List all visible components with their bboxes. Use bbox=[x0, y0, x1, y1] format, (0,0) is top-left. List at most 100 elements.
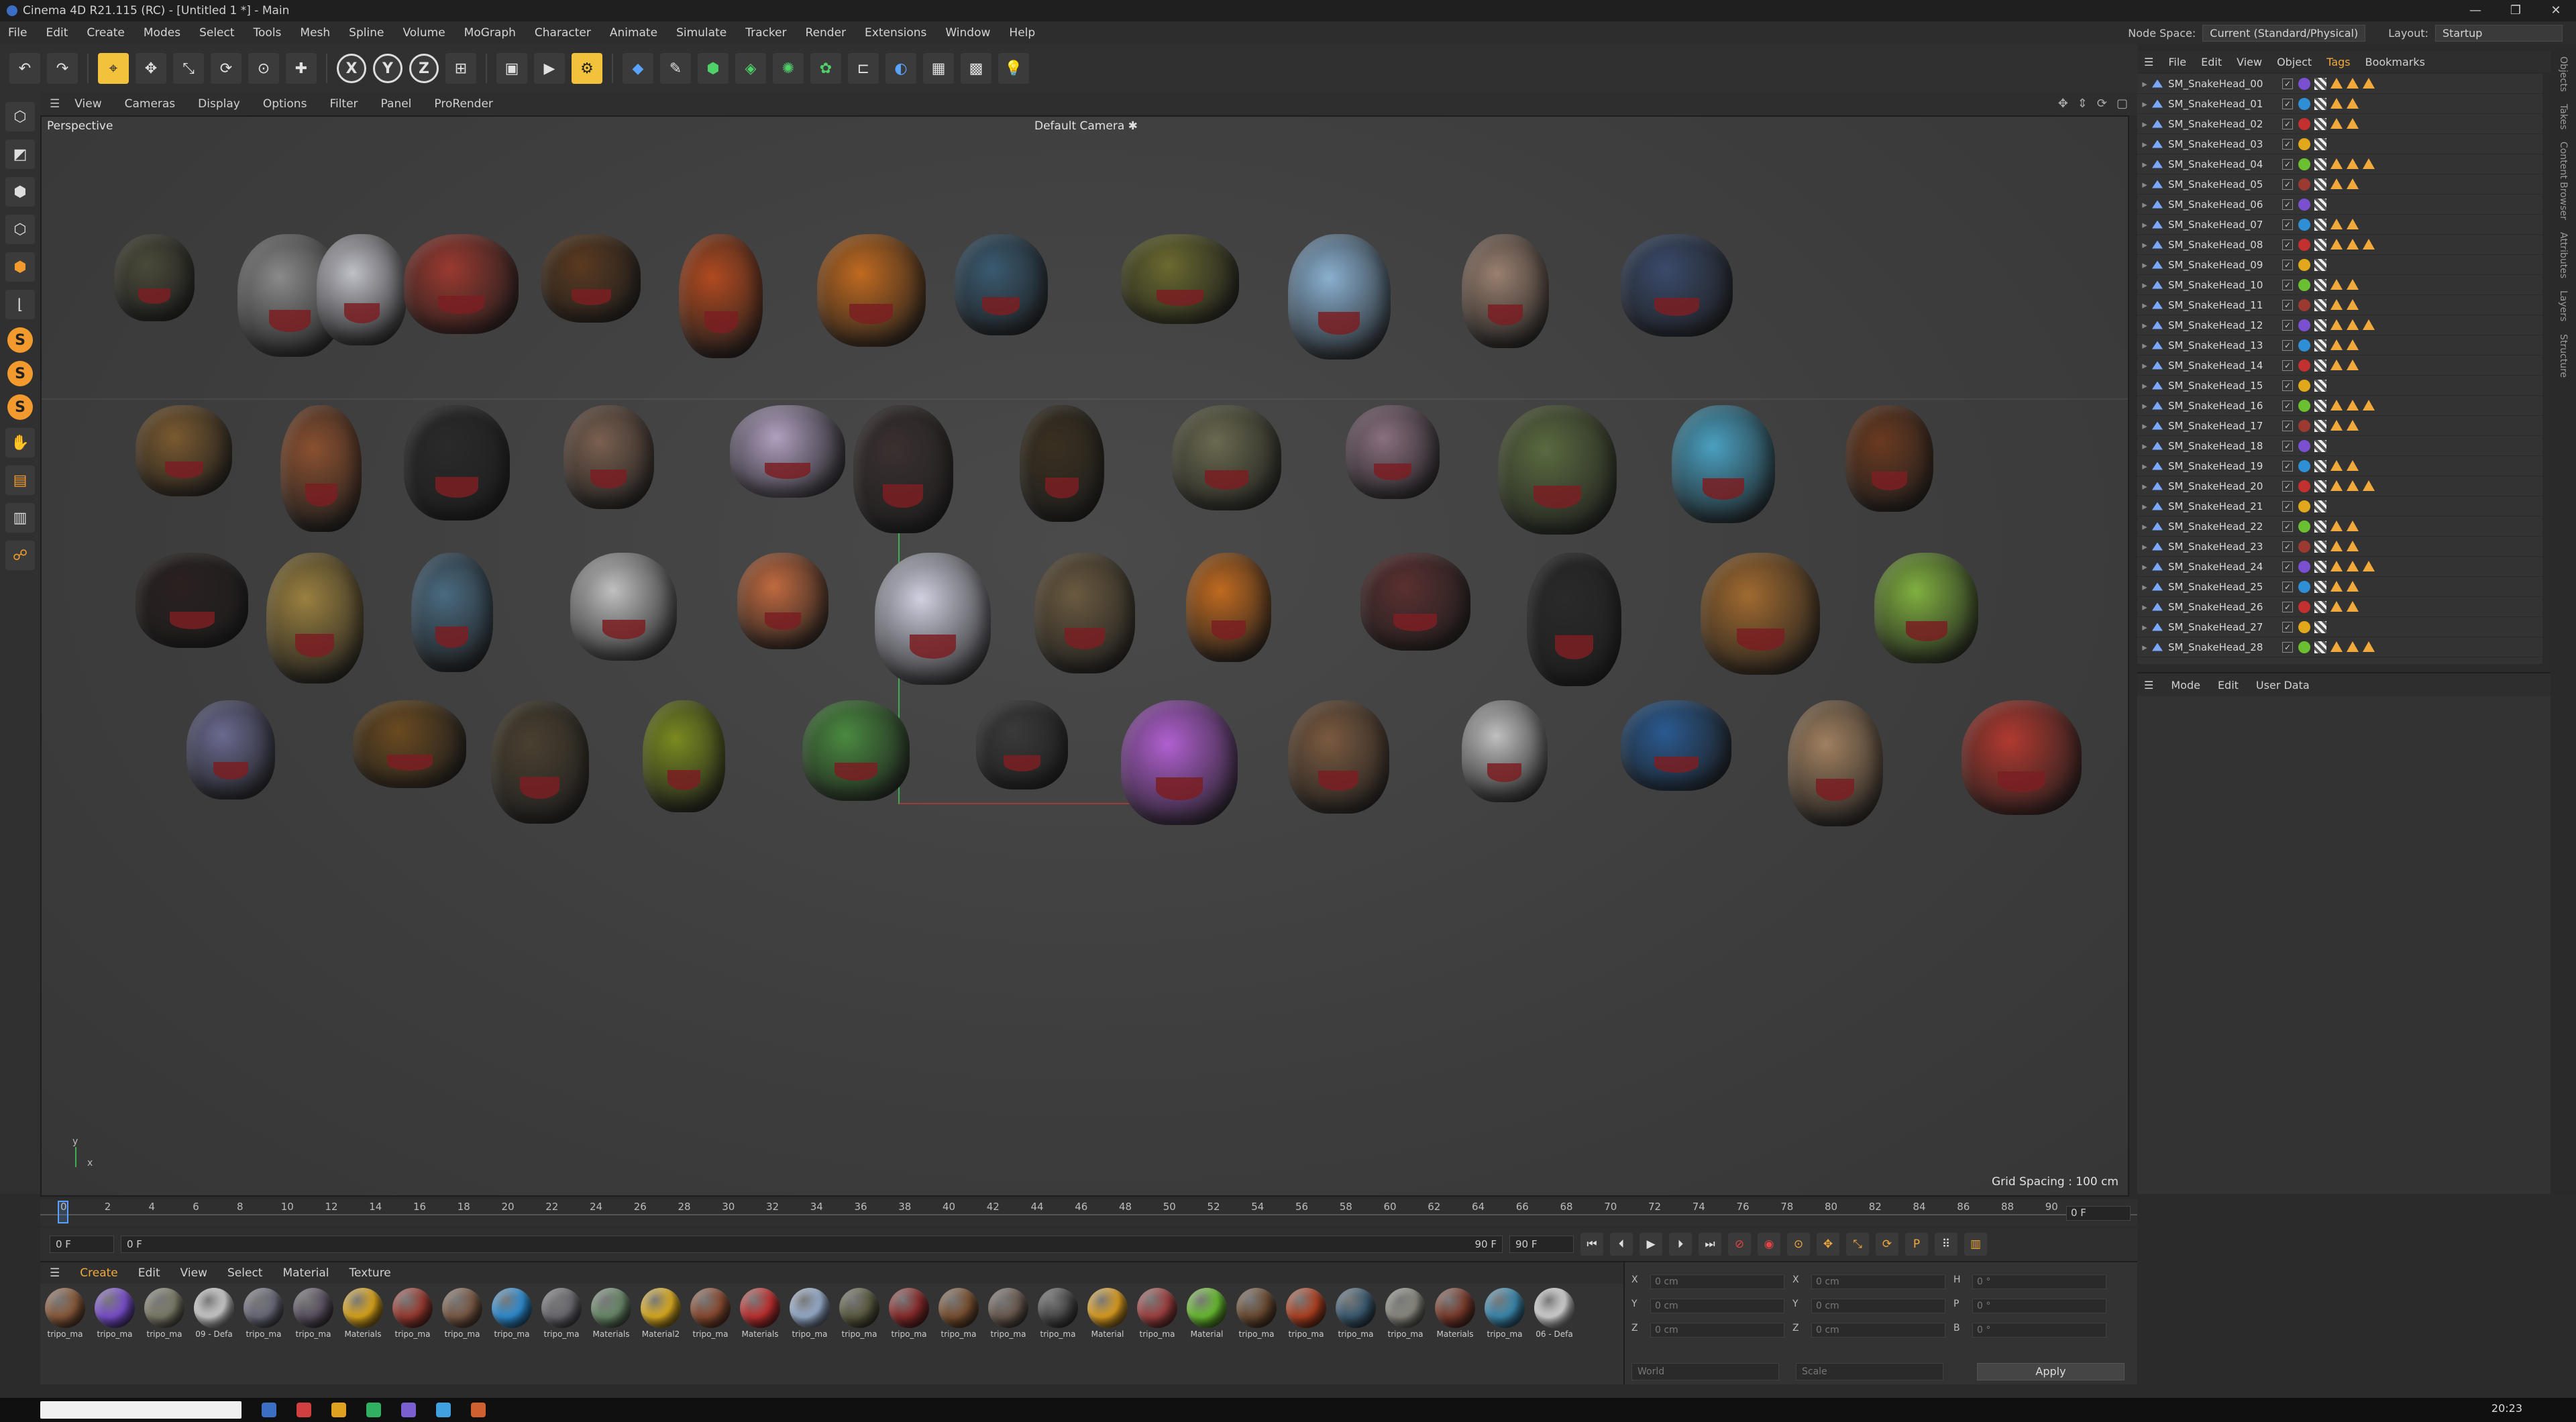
texture-tag-icon[interactable] bbox=[2314, 218, 2326, 231]
paint-icon[interactable]: ▤ bbox=[5, 466, 35, 495]
rotation-field[interactable]: 0 ° bbox=[1972, 1274, 2106, 1289]
texture-tag-icon[interactable] bbox=[2314, 158, 2326, 170]
magnet-icon[interactable]: ✋ bbox=[5, 428, 35, 457]
material-swatch[interactable]: tripo_ma bbox=[936, 1288, 981, 1346]
material-swatch[interactable]: tripo_ma bbox=[142, 1288, 186, 1346]
texture-tag-icon[interactable] bbox=[2314, 580, 2326, 593]
phong-tag-icon[interactable] bbox=[2347, 359, 2359, 370]
expand-toggle-icon[interactable]: ▸ bbox=[2137, 78, 2152, 90]
object-row[interactable]: ▸ SM_SnakeHead_25 ✓ bbox=[2137, 577, 2542, 597]
side-tab-attributes[interactable]: Attributes bbox=[2558, 232, 2569, 278]
menu-mesh[interactable]: Mesh bbox=[300, 26, 330, 40]
end-frame-field[interactable]: 90 F bbox=[1509, 1236, 1574, 1253]
snake-head-model[interactable] bbox=[1621, 234, 1733, 337]
material-tag-icon[interactable] bbox=[2298, 580, 2310, 593]
rotation-field[interactable]: 0 ° bbox=[1972, 1323, 2106, 1337]
snake-head-model[interactable] bbox=[1621, 700, 1732, 791]
phong-tag-icon[interactable] bbox=[2347, 399, 2359, 411]
current-frame-field[interactable]: 0 F bbox=[2066, 1206, 2131, 1221]
keyframe-selection-icon[interactable]: ⊙ bbox=[1787, 1233, 1810, 1256]
menu-modes[interactable]: Modes bbox=[144, 26, 180, 40]
phong-tag-icon[interactable] bbox=[2330, 298, 2343, 310]
attributes-hamburger-icon[interactable]: ☰ bbox=[2144, 679, 2153, 692]
expand-toggle-icon[interactable]: ▸ bbox=[2137, 601, 2152, 613]
material-swatch[interactable]: tripo_ma bbox=[788, 1288, 832, 1346]
redo-icon[interactable]: ↷ bbox=[47, 53, 78, 84]
expand-toggle-icon[interactable]: ▸ bbox=[2137, 541, 2152, 553]
phong-tag-icon[interactable] bbox=[2347, 278, 2359, 290]
material-swatch[interactable]: tripo_ma bbox=[93, 1288, 137, 1346]
expand-toggle-icon[interactable]: ▸ bbox=[2137, 500, 2152, 512]
snake-head-model[interactable] bbox=[280, 405, 362, 532]
side-tab-takes[interactable]: Takes bbox=[2558, 104, 2569, 129]
pan-icon[interactable]: ✥ bbox=[2058, 97, 2068, 111]
go-to-start-icon[interactable]: ⏮ bbox=[1580, 1233, 1603, 1256]
object-row[interactable]: ▸ SM_SnakeHead_02 ✓ bbox=[2137, 114, 2542, 134]
phong-tag-icon[interactable] bbox=[2363, 158, 2375, 169]
size-field[interactable]: 0 cm bbox=[1811, 1299, 1945, 1313]
material-menu-view[interactable]: View bbox=[180, 1266, 207, 1280]
snake-head-model[interactable] bbox=[1787, 700, 1883, 826]
phong-tag-icon[interactable] bbox=[2330, 540, 2343, 551]
material-tag-icon[interactable] bbox=[2298, 379, 2310, 392]
expand-toggle-icon[interactable]: ▸ bbox=[2137, 299, 2152, 311]
texture-tag-icon[interactable] bbox=[2314, 278, 2326, 291]
object-row[interactable]: ▸ SM_SnakeHead_24 ✓ bbox=[2137, 557, 2542, 577]
snap-settings-icon[interactable]: S bbox=[7, 361, 33, 386]
expand-toggle-icon[interactable]: ▸ bbox=[2137, 178, 2152, 190]
material-swatch[interactable]: tripo_ma bbox=[1135, 1288, 1179, 1346]
snake-head-model[interactable] bbox=[1287, 700, 1389, 814]
expand-toggle-icon[interactable]: ▸ bbox=[2137, 279, 2152, 291]
recent-tools-icon[interactable]: ⊙ bbox=[248, 53, 279, 84]
side-tab-content-browser[interactable]: Content Browser bbox=[2558, 142, 2569, 220]
object-name[interactable]: SM_SnakeHead_15 bbox=[2168, 380, 2282, 392]
material-swatch[interactable]: tripo_ma bbox=[1234, 1288, 1279, 1346]
phong-tag-icon[interactable] bbox=[2347, 97, 2359, 109]
material-tag-icon[interactable] bbox=[2298, 560, 2310, 573]
phong-tag-icon[interactable] bbox=[2330, 459, 2343, 471]
move-icon[interactable]: ✥ bbox=[136, 53, 166, 84]
side-tab-layers[interactable]: Layers bbox=[2558, 290, 2569, 321]
object-name[interactable]: SM_SnakeHead_01 bbox=[2168, 98, 2282, 110]
taskbar-app-icon[interactable] bbox=[401, 1403, 416, 1417]
snake-head-model[interactable] bbox=[404, 405, 510, 521]
phong-tag-icon[interactable] bbox=[2363, 399, 2375, 411]
material-swatch[interactable]: 06 - Defa bbox=[1532, 1288, 1576, 1346]
visibility-checkbox[interactable]: ✓ bbox=[2282, 199, 2293, 210]
material-swatch[interactable]: tripo_ma bbox=[1036, 1288, 1080, 1346]
snake-head-model[interactable] bbox=[679, 234, 763, 358]
effector-icon[interactable]: ✿ bbox=[810, 53, 841, 84]
material-tag-icon[interactable] bbox=[2298, 439, 2310, 452]
material-tag-icon[interactable] bbox=[2298, 641, 2310, 653]
visibility-checkbox[interactable]: ✓ bbox=[2282, 319, 2293, 331]
cube-icon[interactable]: ◆ bbox=[623, 53, 653, 84]
viewport-menu-filter[interactable]: Filter bbox=[329, 97, 358, 111]
snake-head-model[interactable] bbox=[1034, 553, 1135, 673]
expand-toggle-icon[interactable]: ▸ bbox=[2137, 339, 2152, 351]
snake-head-model[interactable] bbox=[411, 553, 493, 672]
viewport[interactable]: Perspective Default Camera ✱ y x Grid Sp… bbox=[40, 115, 2129, 1197]
phong-tag-icon[interactable] bbox=[2347, 178, 2359, 189]
rotate-icon[interactable]: ⟳ bbox=[211, 53, 241, 84]
snake-head-model[interactable] bbox=[404, 234, 519, 334]
object-name[interactable]: SM_SnakeHead_24 bbox=[2168, 561, 2282, 573]
previous-key-icon[interactable]: ⏴ bbox=[1610, 1233, 1633, 1256]
material-tag-icon[interactable] bbox=[2298, 600, 2310, 613]
object-row[interactable]: ▸ SM_SnakeHead_15 ✓ bbox=[2137, 376, 2542, 396]
expand-toggle-icon[interactable]: ▸ bbox=[2137, 480, 2152, 492]
object-row[interactable]: ▸ SM_SnakeHead_13 ✓ bbox=[2137, 335, 2542, 356]
menu-file[interactable]: File bbox=[8, 26, 27, 40]
field-icon[interactable]: ⊏ bbox=[848, 53, 879, 84]
texture-tag-icon[interactable] bbox=[2314, 298, 2326, 311]
phong-tag-icon[interactable] bbox=[2363, 238, 2375, 250]
scene-object-icon[interactable]: ◐ bbox=[885, 53, 916, 84]
object-name[interactable]: SM_SnakeHead_18 bbox=[2168, 440, 2282, 452]
snake-head-model[interactable] bbox=[563, 405, 654, 509]
phong-tag-icon[interactable] bbox=[2363, 480, 2375, 491]
object-row[interactable]: ▸ SM_SnakeHead_17 ✓ bbox=[2137, 416, 2542, 436]
rotation-field[interactable]: 0 ° bbox=[1972, 1299, 2106, 1313]
texture-tag-icon[interactable] bbox=[2314, 419, 2326, 432]
snake-head-model[interactable] bbox=[1121, 700, 1238, 825]
snake-head-model[interactable] bbox=[1020, 405, 1104, 522]
material-tag-icon[interactable] bbox=[2298, 178, 2310, 190]
